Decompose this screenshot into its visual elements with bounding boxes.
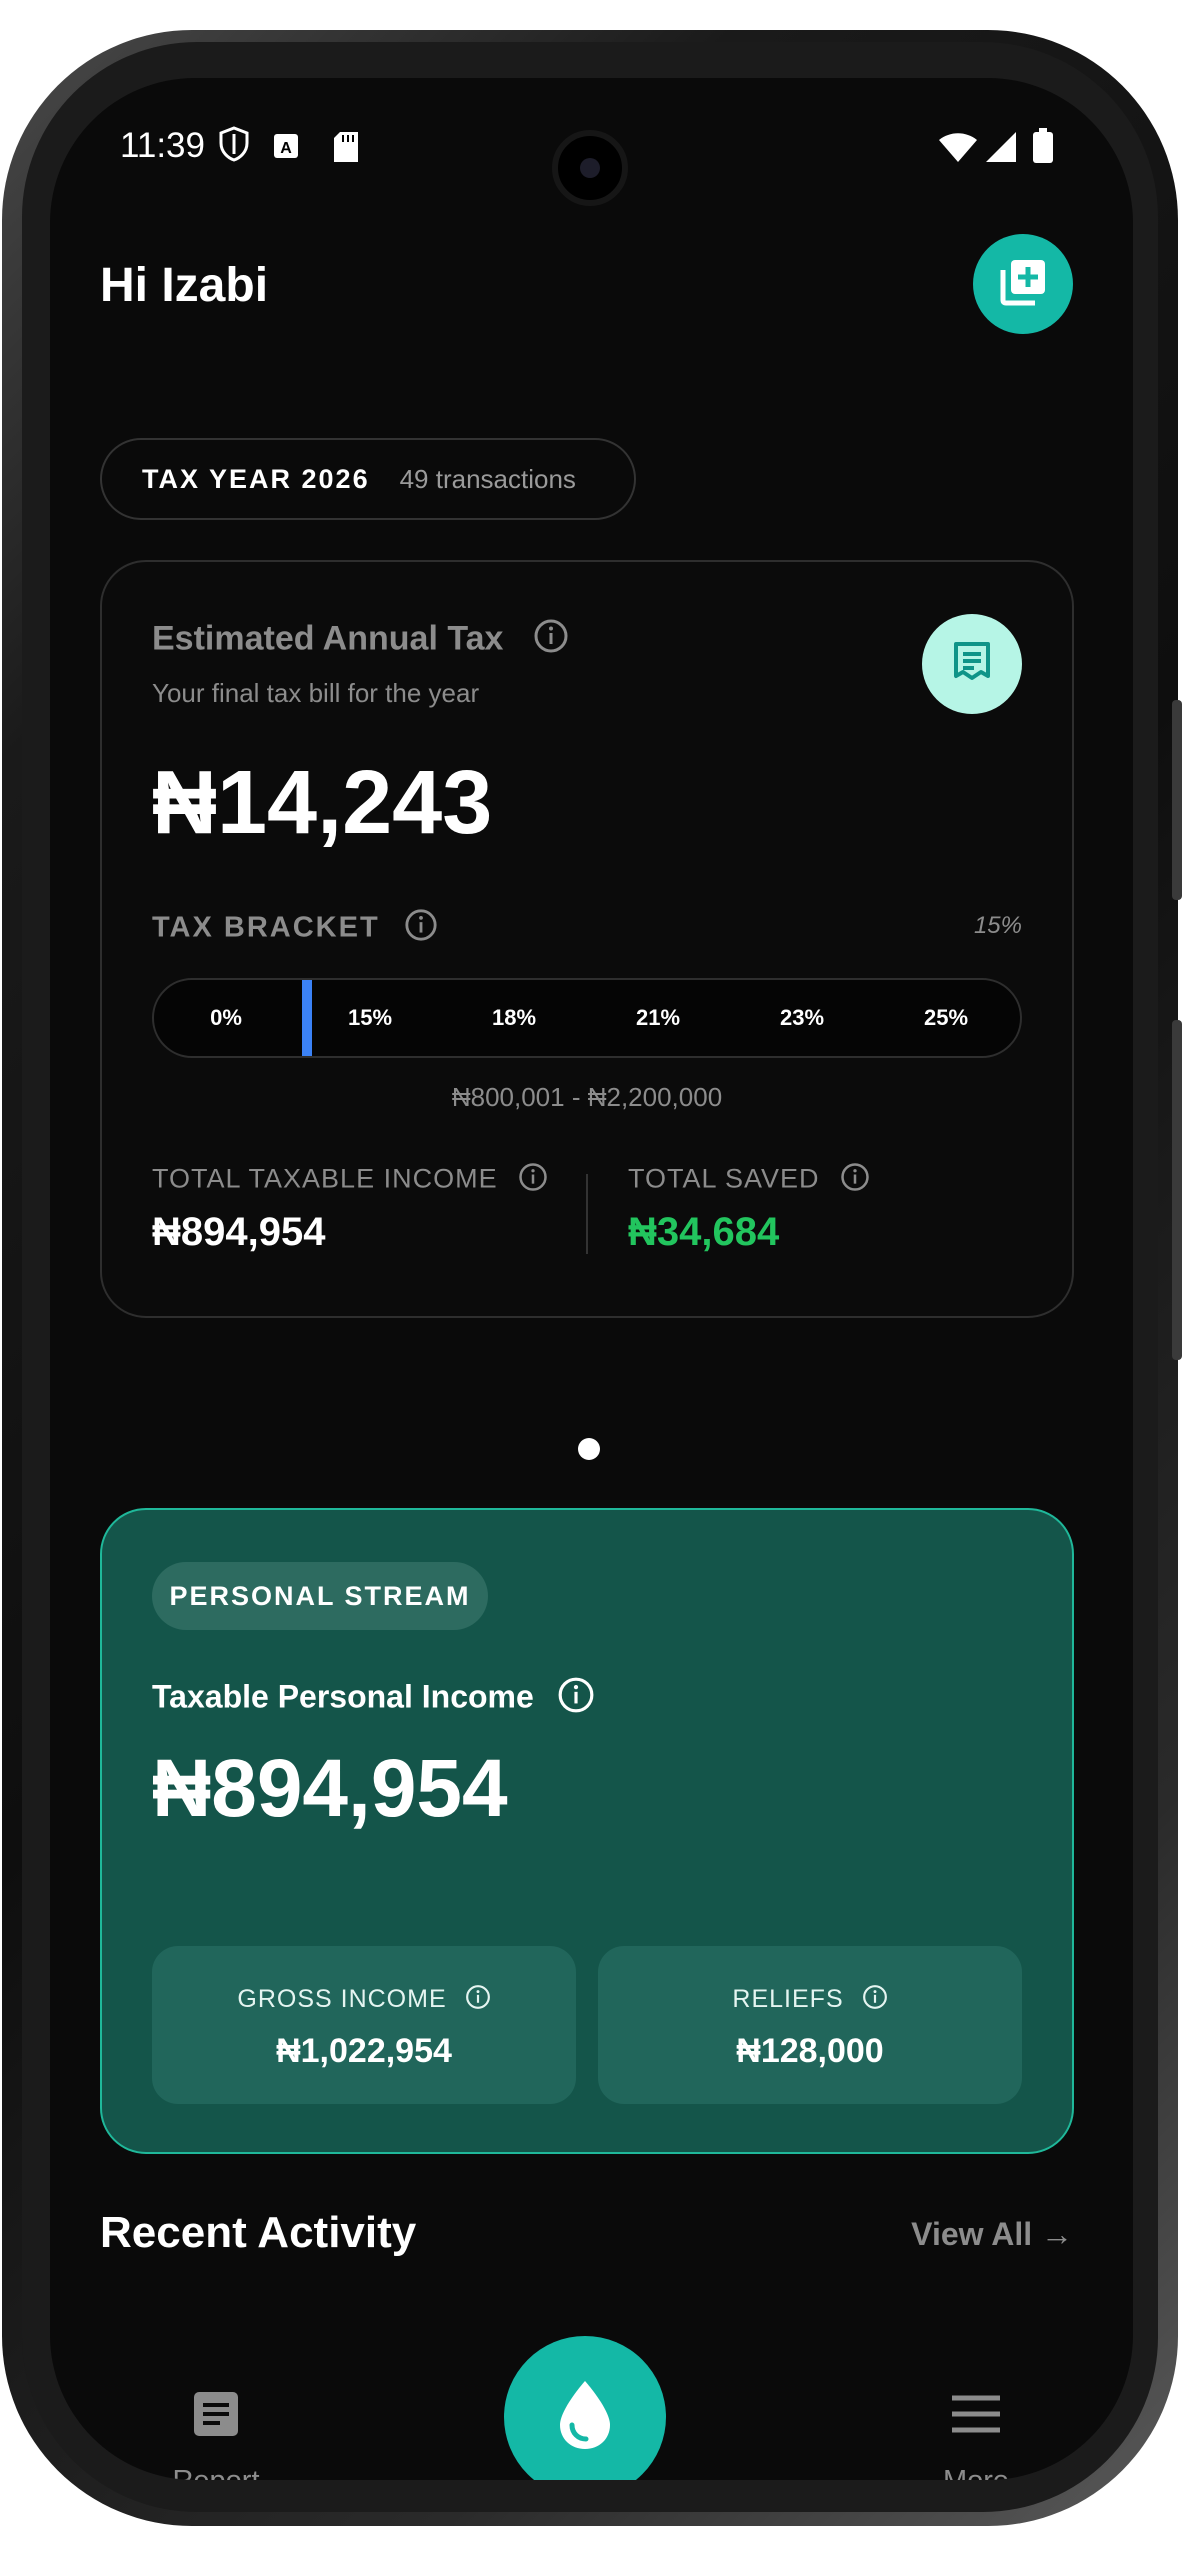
total-saved-label: TOTAL SAVED	[628, 1163, 820, 1194]
stats-divider	[586, 1174, 588, 1254]
wifi-icon	[938, 132, 978, 169]
taxable-income-amount: ₦894,954	[152, 1743, 508, 1834]
add-document-icon	[995, 254, 1051, 315]
reliefs-value: ₦128,000	[736, 2032, 884, 2070]
info-icon[interactable]	[862, 1984, 888, 2017]
current-bracket-rate: 15%	[973, 912, 1022, 939]
nav-report-label: Report	[136, 2465, 296, 2480]
gross-income-box[interactable]: GROSS INCOME ₦1,022,954	[152, 1946, 576, 2104]
signal-icon	[984, 130, 1018, 169]
transactions-count: 49 transactions	[399, 463, 576, 494]
reliefs-label-row: RELIEFS	[598, 1984, 1022, 2017]
stream-badge: PERSONAL STREAM	[152, 1562, 488, 1630]
tax-bracket-label: TAX BRACKET	[152, 911, 380, 944]
receipt-icon	[948, 638, 996, 691]
center-action-button[interactable]	[504, 2336, 666, 2480]
info-icon[interactable]	[533, 618, 569, 663]
svg-text:A: A	[280, 140, 292, 157]
bracket-segment: 25%	[923, 1005, 969, 1030]
taxable-income-title: Taxable Personal Income	[152, 1678, 534, 1715]
info-icon[interactable]	[518, 1162, 548, 1199]
recent-activity-title: Recent Activity	[100, 2208, 417, 2257]
reliefs-box[interactable]: RELIEFS ₦128,000	[598, 1946, 1022, 2104]
estimated-tax-subtitle: Your final tax bill for the year	[152, 678, 480, 708]
add-transaction-button[interactable]	[973, 234, 1073, 334]
total-taxable-income-value: ₦894,954	[152, 1210, 326, 1254]
view-all-link[interactable]: View All →	[911, 2216, 1073, 2253]
gross-income-label-row: GROSS INCOME	[152, 1984, 576, 2017]
nav-report[interactable]: Report	[136, 2388, 296, 2480]
estimated-tax-card[interactable]: Estimated Annual Tax Your final tax bill…	[100, 560, 1074, 1318]
total-taxable-income-label-row: TOTAL TAXABLE INCOME	[152, 1162, 548, 1199]
personal-stream-card[interactable]: PERSONAL STREAM Taxable Personal Income …	[100, 1508, 1074, 2154]
nav-more[interactable]: More	[896, 2388, 1056, 2480]
bracket-range: ₦800,001 - ₦2,200,000	[451, 1082, 723, 1112]
gross-income-value: ₦1,022,954	[276, 2032, 452, 2070]
status-bar: 11:39 A	[50, 78, 1133, 206]
water-drop-icon	[552, 2377, 618, 2458]
total-saved-label-row: TOTAL SAVED	[628, 1162, 870, 1199]
sd-card-icon	[332, 130, 360, 169]
tax-bracket-scale: 0% 15% 18% 21% 23% 25%	[152, 978, 1022, 1058]
bracket-segment: 15%	[347, 1005, 393, 1030]
tax-report-button[interactable]	[922, 614, 1022, 714]
bracket-segment: 23%	[779, 1005, 825, 1030]
report-icon	[190, 2392, 242, 2444]
nav-more-label: More	[896, 2465, 1056, 2480]
info-icon[interactable]	[840, 1162, 870, 1199]
keyboard-a-icon: A	[272, 132, 300, 165]
estimated-tax-amount: ₦14,243	[152, 753, 493, 853]
bracket-segment: 18%	[491, 1005, 537, 1030]
battery-icon	[1032, 128, 1054, 169]
info-icon[interactable]	[557, 1676, 595, 1722]
tax-year-label: TAX YEAR 2026	[142, 463, 370, 494]
front-camera	[552, 130, 628, 206]
status-time: 11:39	[120, 126, 205, 165]
app-screen: 11:39 A Hi Izabi TAX YEAR 2026 49 transa…	[50, 78, 1133, 2480]
total-saved-value: ₦34,684	[628, 1210, 780, 1254]
volume-button	[1172, 1020, 1182, 1360]
bracket-segment: 21%	[635, 1005, 681, 1030]
tax-year-selector[interactable]: TAX YEAR 2026 49 transactions	[100, 438, 636, 520]
power-button	[1172, 700, 1182, 900]
menu-icon	[948, 2395, 1004, 2444]
gross-income-label: GROSS INCOME	[237, 1985, 447, 2014]
shield-icon	[218, 126, 250, 167]
tax-bracket-label-row: TAX BRACKET	[152, 908, 438, 950]
total-taxable-income-label: TOTAL TAXABLE INCOME	[152, 1163, 498, 1194]
estimated-tax-title: Estimated Annual Tax	[152, 619, 504, 658]
bracket-segment: 0%	[210, 1005, 242, 1030]
estimated-tax-title-row: Estimated Annual Tax	[152, 618, 569, 663]
reliefs-label: RELIEFS	[732, 1985, 844, 2014]
info-icon[interactable]	[404, 908, 438, 950]
info-icon[interactable]	[465, 1984, 491, 2017]
taxable-income-title-row: Taxable Personal Income	[152, 1676, 595, 1722]
greeting-title: Hi Izabi	[100, 259, 269, 312]
carousel-page-indicator[interactable]	[578, 1438, 600, 1460]
